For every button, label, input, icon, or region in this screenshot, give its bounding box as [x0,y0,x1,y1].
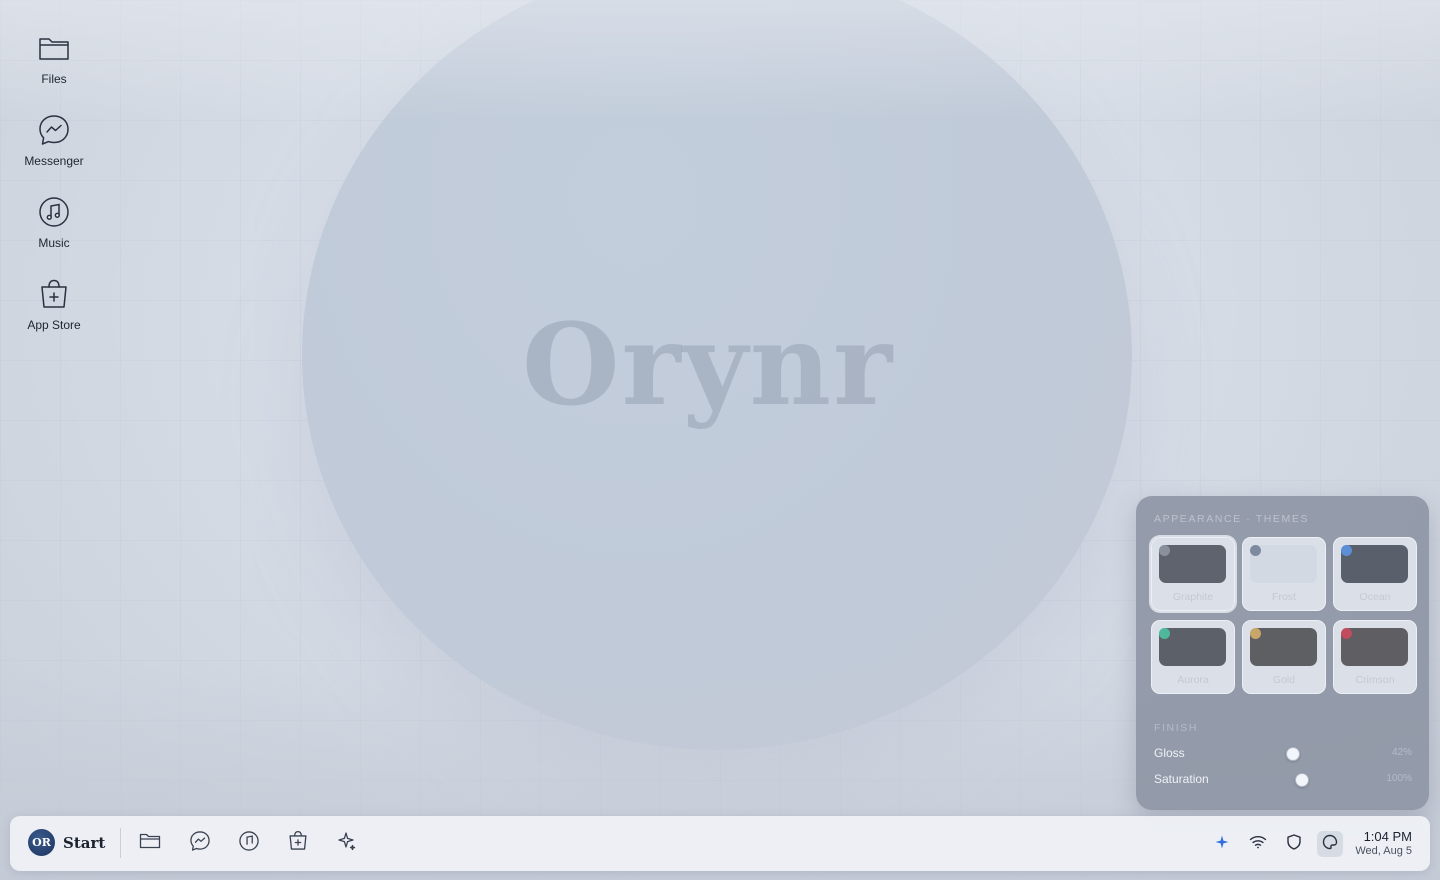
clock-time: 1:04 PM [1363,829,1412,844]
taskbar-divider [120,828,121,858]
tray-assistant-button[interactable] [1209,831,1235,857]
start-button[interactable]: OR Start [28,829,105,856]
clock-date: Wed, Aug 5 [1355,845,1412,857]
taskbar-files-button[interactable] [137,830,163,856]
music-icon [238,830,260,857]
slider-knob[interactable] [1295,773,1309,787]
wallpaper-wordmark: Orynr [522,300,895,431]
theme-name: Frost [1272,591,1296,603]
desktop-icon-messenger[interactable]: Messenger [14,110,94,168]
tray-security-button[interactable] [1281,831,1307,857]
saturation-slider[interactable]: Saturation 100% [1154,771,1412,789]
app-store-icon [34,274,74,314]
desktop-icon-label: Messenger [24,154,84,168]
music-icon [34,192,74,232]
slider-knob[interactable] [1286,747,1300,761]
theme-card-ocean[interactable]: Ocean [1333,537,1417,611]
slider-value: 100% [1386,773,1412,784]
messenger-icon [34,110,74,150]
gloss-slider[interactable]: Gloss 42% [1154,745,1412,763]
theme-card-aurora[interactable]: Aurora [1151,620,1235,694]
wallpaper-haze-top [0,0,1440,120]
theme-dot [1250,628,1261,639]
theme-name: Crimson [1355,674,1395,686]
start-logo: OR [28,829,55,856]
shield-icon [1287,833,1301,855]
desktop-icon-label: App Store [27,318,81,332]
theme-icon [1322,834,1338,855]
tray-wifi-button[interactable] [1245,831,1271,857]
slider-value: 42% [1391,747,1412,758]
slider-label: Saturation [1154,772,1209,786]
taskbar: OR Start 1:04 PM Wed, Aug 5 [10,816,1430,871]
taskbar-clock[interactable]: 1:04 PM Wed, Aug 5 [1355,829,1412,857]
taskbar-app-store-button[interactable] [285,830,311,856]
panel-title: APPEARANCE · THEMES [1154,513,1310,525]
sparkle-icon [1215,835,1229,854]
slider-label: Gloss [1154,746,1185,760]
folder-icon [34,28,74,68]
tray-appearance-button[interactable] [1317,831,1343,857]
theme-dot [1159,545,1170,556]
theme-card-crimson[interactable]: Crimson [1333,620,1417,694]
desktop-icon-files[interactable]: Files [14,28,94,86]
desktop-icon-app-store[interactable]: App Store [14,274,94,332]
theme-dot [1159,628,1170,639]
desktop-icon-label: Files [41,72,67,86]
desktop-icon-music[interactable]: Music [14,192,94,250]
taskbar-assistant-button[interactable] [334,830,360,856]
wifi-icon [1249,835,1267,854]
desktop-icon-label: Music [38,236,70,250]
app-store-icon [288,830,308,856]
theme-dot [1341,545,1352,556]
theme-name: Aurora [1177,674,1209,686]
theme-card-frost[interactable]: Frost [1242,537,1326,611]
appearance-panel: APPEARANCE · THEMES Graphite Frost Ocean… [1136,496,1429,810]
theme-name: Gold [1272,674,1296,686]
sparkle-icon [337,831,357,856]
theme-name: Ocean [1359,591,1391,603]
messenger-icon [189,830,211,857]
theme-card-graphite[interactable]: Graphite [1151,537,1235,611]
taskbar-messenger-button[interactable] [187,830,213,856]
folder-icon [139,832,161,855]
theme-card-gold[interactable]: Gold [1242,620,1326,694]
start-label: Start [63,833,106,852]
theme-dot [1250,545,1261,556]
theme-name: Graphite [1172,591,1214,603]
finish-section-title: FINISH [1154,722,1199,734]
theme-dot [1341,628,1352,639]
taskbar-music-button[interactable] [236,830,262,856]
